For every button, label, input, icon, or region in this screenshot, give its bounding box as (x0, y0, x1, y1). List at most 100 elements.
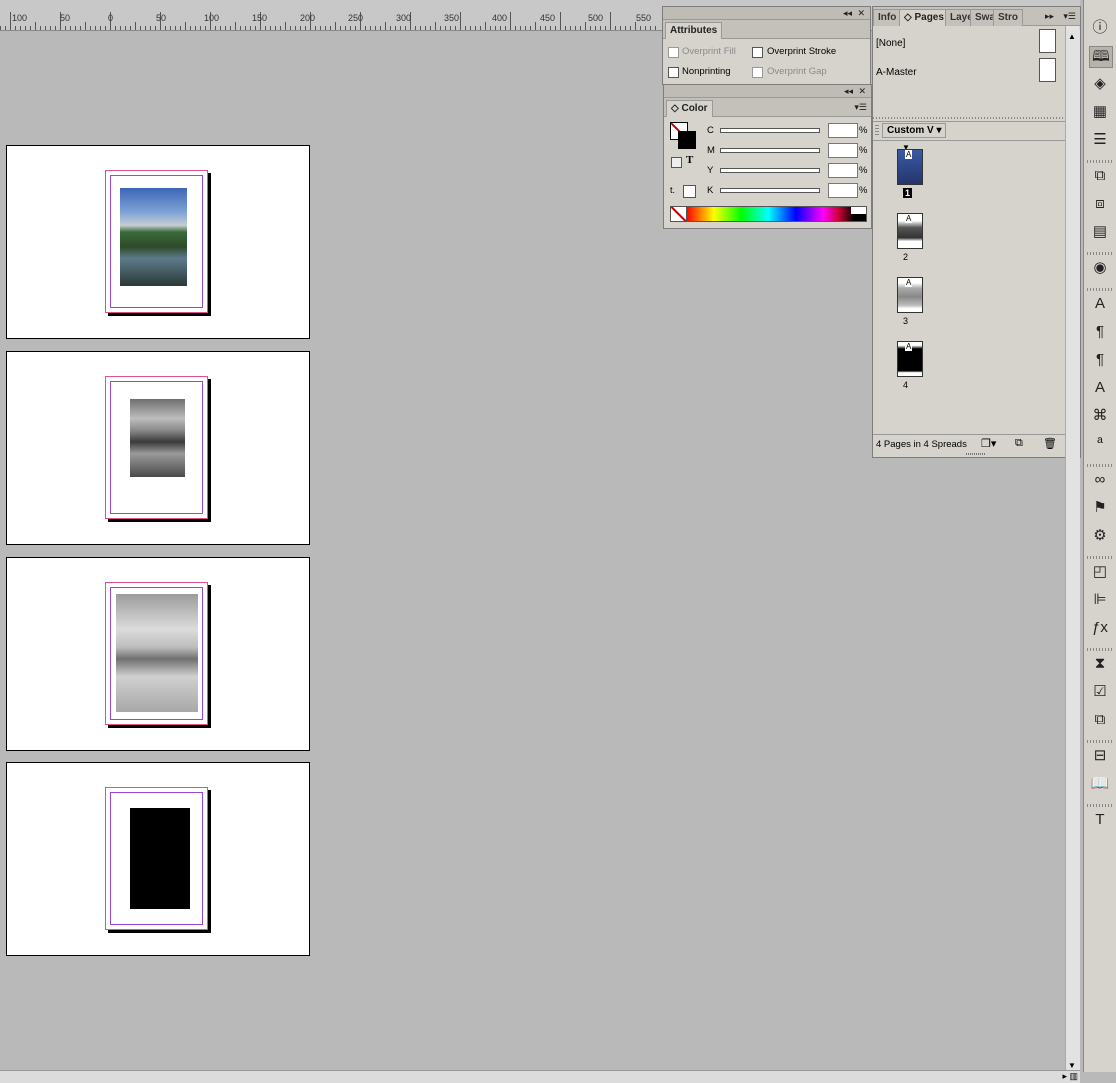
scroll-down-icon[interactable]: ▼ (1068, 1061, 1076, 1070)
page-thumbnail-2[interactable]: A (897, 213, 923, 249)
paragraph-icon[interactable]: ¶ (1089, 322, 1111, 342)
panel-menu-icon[interactable]: ▾☰ (1063, 10, 1076, 22)
ruler-tick (470, 26, 471, 30)
tab-stroke[interactable]: Stro (993, 9, 1023, 26)
script-icon[interactable]: ⧗ (1089, 654, 1111, 674)
page-object-icon[interactable]: ⧈ (1089, 194, 1111, 214)
spread-3[interactable] (6, 557, 310, 751)
info-icon[interactable]: ⓘ (1089, 18, 1111, 38)
overprint-stroke-checkbox[interactable] (752, 47, 763, 58)
character-styles-icon[interactable]: A (1089, 378, 1111, 398)
glyphs-icon[interactable]: ⌘ (1089, 406, 1111, 426)
effects-icon[interactable]: ◉ (1089, 258, 1111, 278)
stroke-icon[interactable]: ☰ (1089, 130, 1111, 150)
page-2[interactable] (105, 376, 208, 519)
ruler-tick (315, 26, 316, 30)
text-wrap-icon[interactable]: ⊟ (1089, 746, 1111, 766)
align-icon[interactable]: ⊫ (1089, 590, 1111, 610)
tab-color[interactable]: ◇ Color (666, 100, 713, 117)
preflight-icon[interactable]: ☑ (1089, 682, 1111, 702)
tab-info[interactable]: Info (873, 9, 902, 26)
page-1[interactable] (105, 170, 208, 313)
expand-panel-icon[interactable]: ▸▸ (1045, 10, 1054, 22)
ruler-tick (655, 26, 656, 30)
page-thumbnail-4[interactable]: A (897, 341, 923, 377)
channel-input-m[interactable] (828, 143, 858, 158)
document-horizontal-scrollbar[interactable]: ▸ ▥ (0, 1070, 1080, 1083)
percent-label: % (859, 165, 868, 176)
hyperlinks-icon[interactable]: ∞ (1089, 470, 1111, 490)
type-icon[interactable]: T (1089, 810, 1111, 830)
close-icon[interactable]: ✕ (857, 7, 865, 19)
spread-2[interactable] (6, 351, 310, 545)
resize-gripper[interactable] (966, 453, 986, 455)
pages-icon[interactable]: 🕮 (1089, 46, 1113, 68)
formatting-text-icon[interactable]: T (686, 154, 693, 166)
landscape-photo-color[interactable] (120, 188, 187, 286)
tint-icon[interactable]: t. (670, 185, 675, 195)
ruler-tick (45, 26, 46, 30)
channel-slider-c[interactable] (720, 128, 820, 133)
spread-1[interactable] (6, 145, 310, 339)
close-icon[interactable]: ✕ (858, 85, 866, 97)
layers-icon[interactable]: ◈ (1089, 74, 1111, 94)
bookmarks-icon[interactable]: ⚑ (1089, 498, 1111, 518)
edit-page-size-icon[interactable]: ❐▾ (981, 437, 996, 450)
book-icon[interactable]: 📖 (1089, 774, 1111, 794)
master-none-label[interactable]: [None] (876, 38, 905, 49)
delete-page-icon[interactable]: 🗑 (1043, 437, 1057, 450)
page-thumbnail-3[interactable]: A (897, 277, 923, 313)
formatting-container-icon[interactable] (671, 157, 682, 168)
spread-4[interactable] (6, 762, 310, 956)
spellcheck-icon[interactable]: ª (1089, 434, 1111, 454)
view-menu-dropdown[interactable]: Custom V ▾ (882, 123, 947, 138)
landscape-photo-gray[interactable] (130, 399, 185, 477)
channel-input-y[interactable] (828, 163, 858, 178)
fx-icon[interactable]: ƒx (1089, 618, 1111, 638)
swatches-icon[interactable]: ▦ (1089, 102, 1111, 122)
paragraph-styles-icon[interactable]: ¶ (1089, 350, 1111, 370)
cross-reference-icon[interactable]: ⚙ (1089, 526, 1111, 546)
master-none-thumbnail[interactable] (1039, 29, 1056, 53)
transform-icon[interactable]: ⧉ (1089, 710, 1111, 730)
channel-slider-y[interactable] (720, 168, 820, 173)
page-3[interactable] (105, 582, 208, 725)
collapse-panel-icon[interactable]: ◂◂ (843, 7, 852, 19)
ruler-tick (465, 26, 466, 30)
channel-input-k[interactable] (828, 183, 858, 198)
color-spectrum[interactable] (670, 206, 867, 222)
stroke-swatch[interactable] (678, 131, 696, 149)
landscape-photo-light[interactable] (116, 594, 198, 712)
scroll-up-icon[interactable]: ▲ (1068, 32, 1076, 41)
tab-attributes[interactable]: Attributes (665, 22, 723, 39)
master-a-thumbnail[interactable] (1039, 58, 1056, 82)
ruler-tick (610, 12, 611, 30)
scroll-right-icon[interactable]: ▸ ▥ (1062, 1071, 1078, 1082)
links-icon[interactable]: ⧉ (1089, 166, 1111, 186)
page-4[interactable] (105, 787, 208, 930)
none-color-swatch[interactable] (671, 207, 687, 221)
master-prefix-label: A (905, 342, 913, 351)
new-page-icon[interactable]: ⧉ (1015, 437, 1023, 450)
panel-menu-icon[interactable]: ▾☰ (854, 101, 867, 113)
white-swatch[interactable] (851, 207, 866, 214)
channel-slider-m[interactable] (720, 148, 820, 153)
collapse-panel-icon[interactable]: ◂◂ (844, 85, 853, 97)
channel-slider-k[interactable] (720, 188, 820, 193)
document-vertical-scrollbar[interactable]: ▲ ▼ (1065, 30, 1080, 1072)
character-icon[interactable]: A (1089, 294, 1111, 314)
black-rectangle[interactable] (130, 808, 190, 909)
tab-pages[interactable]: ◇ Pages (899, 9, 949, 26)
ruler-label: 450 (540, 13, 556, 23)
channel-input-c[interactable] (828, 123, 858, 138)
nonprinting-checkbox[interactable] (668, 67, 679, 78)
none-swatch[interactable] (683, 185, 696, 198)
pathfinder-icon[interactable]: ◰ (1089, 562, 1111, 582)
panel-divider[interactable] (873, 117, 1065, 119)
page-thumbnail-1[interactable]: A (897, 149, 923, 185)
table-icon[interactable]: ▤ (1089, 222, 1111, 242)
ruler-tick (285, 22, 286, 30)
master-a-label[interactable]: A-Master (876, 67, 917, 78)
ruler-tick (600, 26, 601, 30)
ruler-tick (275, 26, 276, 30)
